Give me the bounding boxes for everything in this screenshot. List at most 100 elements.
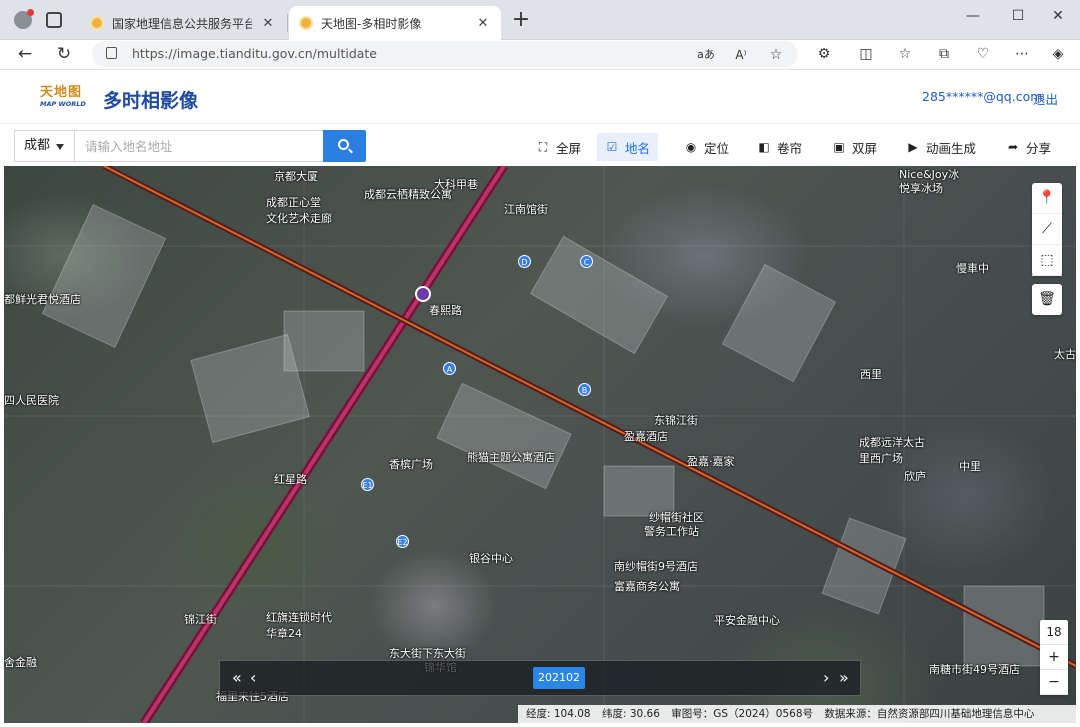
new-tab-button[interactable]: + (510, 8, 532, 34)
map-place-label[interactable]: 华章24 (266, 625, 302, 641)
close-tab-icon[interactable]: ✕ (260, 16, 276, 31)
measure-area-icon[interactable]: ⬚ (1032, 245, 1062, 276)
tab-separator (287, 14, 288, 32)
toolbar-swipe-button[interactable]: ◧ 卷帘 (749, 133, 810, 161)
map-place-label[interactable]: 南纱帽街9号酒店 (614, 558, 698, 574)
poi-marker-a[interactable]: A (443, 362, 456, 375)
copilot-icon[interactable]: ◈ (1047, 43, 1069, 65)
poi-marker-e2[interactable]: E2 (396, 535, 409, 548)
profile-avatar[interactable] (14, 9, 34, 29)
city-selector[interactable]: 成都 (14, 130, 74, 162)
data-source: 数据来源：自然资源部四川基础地理信息中心 (824, 708, 1035, 720)
toolbar-button-label: 双屏 (852, 140, 878, 156)
map-place-label[interactable]: 悦享冰场 (899, 180, 943, 196)
back-arrow-icon[interactable]: ← (14, 43, 36, 65)
map-place-label[interactable]: 中里 (959, 458, 981, 474)
read-aloud-icon[interactable]: A⁾ (730, 44, 752, 66)
map-place-label[interactable]: 盈嘉酒店 (624, 428, 668, 444)
review-number: 审图号：GS（2024）0568号 (671, 708, 813, 720)
map-place-label[interactable]: 大科甲巷 (434, 176, 478, 192)
extensions-icon[interactable]: ⚙ (813, 43, 835, 65)
map-place-label[interactable]: 警务工作站 (644, 523, 699, 539)
reload-icon[interactable]: ↻ (53, 43, 75, 65)
map-place-label[interactable]: 盈嘉·嘉家 (687, 453, 735, 469)
prev-date-button[interactable]: ‹ (250, 668, 256, 687)
map-place-label[interactable]: 西里 (860, 366, 882, 382)
zoom-control: 18 + − (1040, 620, 1068, 695)
user-account[interactable]: 285******@qq.com (922, 89, 1042, 104)
logout-link[interactable]: 退出 (1033, 89, 1058, 108)
timeline-bar: « ‹ 202102 › » (219, 660, 861, 696)
map-place-label[interactable]: 慢車中 (956, 260, 989, 276)
toolbar-dual-screen-button[interactable]: ▣ 双屏 (824, 133, 885, 161)
map-place-label[interactable]: 平安金融中心 (714, 612, 780, 628)
latitude: 纬度: 30.66 (601, 708, 660, 720)
minimize-button[interactable]: — (962, 8, 984, 28)
collections-icon[interactable]: ⧉ (933, 43, 955, 65)
poi-marker-c[interactable]: C (580, 255, 593, 268)
zoom-out-button[interactable]: − (1040, 670, 1068, 695)
map-place-label[interactable]: 京都大厦 (274, 168, 318, 184)
map-place-label[interactable]: 舍金融 (4, 654, 37, 670)
poi-marker-e1[interactable]: E1 (361, 478, 374, 491)
map-place-label[interactable]: 江南馆街 (504, 201, 548, 217)
map-place-label[interactable]: 红旗连锁时代 (266, 609, 332, 625)
map-place-label[interactable]: 成都远洋太古 (859, 434, 925, 450)
first-date-button[interactable]: « (232, 668, 242, 687)
address-bar[interactable]: https://image.tianditu.gov.cn/multidate … (92, 41, 798, 67)
map-place-label[interactable]: 银谷中心 (469, 550, 513, 566)
toolbar-share-button[interactable]: ➦ 分享 (998, 133, 1059, 161)
satellite-map[interactable]: 京都大厦 成都正心堂 文化艺术走廊 成都云栖精致公寓 大科甲巷 江南馆街 都鲜光君悦酒店 春熙… (4, 166, 1076, 723)
map-place-label[interactable]: 文化艺术走廊 (266, 210, 332, 226)
more-menu-icon[interactable]: ⋯ (1011, 43, 1033, 65)
map-place-label[interactable]: 四人民医院 (4, 392, 59, 408)
toolbar-checkbox-button[interactable]: ☑ 地名 (597, 133, 659, 161)
logo-cn: 天地图 (40, 85, 83, 100)
map-draw-tools: 📍 ⟋ ⬚ (1032, 183, 1062, 276)
map-place-label[interactable]: 都鲜光君悦酒店 (4, 291, 81, 307)
tab-multidate[interactable]: 天地图-多相时影像 ✕ (289, 6, 501, 40)
map-place-label[interactable]: 红星路 (274, 471, 307, 487)
map-place-label[interactable]: 东锦江街 (654, 412, 698, 428)
marker-icon[interactable]: 📍 (1032, 183, 1062, 214)
next-date-button[interactable]: › (823, 668, 829, 687)
map-place-label[interactable]: 南糖市街49号酒店 (929, 661, 1020, 677)
tianditu-logo[interactable]: 天地图 MAP WORLD (40, 81, 88, 111)
current-date-badge[interactable]: 202102 (533, 667, 585, 689)
close-tab-icon[interactable]: ✕ (475, 16, 491, 31)
poi-marker-b[interactable]: B (578, 383, 591, 396)
search-button[interactable] (323, 130, 366, 162)
map-place-label[interactable]: 里西广场 (859, 450, 903, 466)
zoom-in-button[interactable]: + (1040, 645, 1068, 670)
map-place-label[interactable]: 太古 (1054, 346, 1076, 362)
map-place-label[interactable]: 香槟广场 (389, 456, 433, 472)
favorite-star-icon[interactable]: ☆ (765, 44, 787, 66)
maximize-button[interactable]: ☐ (1007, 8, 1029, 28)
close-window-button[interactable]: ✕ (1047, 8, 1069, 28)
poi-marker-d[interactable]: D (518, 255, 531, 268)
checkbox-icon: ☑ (606, 140, 618, 154)
toolbar-locate-button[interactable]: ◉ 定位 (676, 133, 737, 161)
map-place-label[interactable]: 熊猫主题公寓酒店 (467, 449, 555, 465)
tab-actions-icon[interactable] (46, 12, 62, 28)
map-place-label[interactable]: 富嘉商务公寓 (614, 578, 680, 594)
toolbar-animation-button[interactable]: ▶ 动画生成 (898, 133, 984, 161)
lock-icon[interactable] (106, 47, 117, 59)
map-place-label[interactable]: 春熙路 (429, 302, 462, 318)
measure-line-icon[interactable]: ⟋ (1032, 214, 1062, 245)
search-icon (338, 139, 349, 150)
map-place-label[interactable]: 欣庐 (904, 468, 926, 484)
toolbar-fullscreen-button[interactable]: ⛶ 全屏 (528, 133, 589, 161)
search-input[interactable] (74, 130, 324, 162)
trash-icon[interactable]: 🗑 (1032, 284, 1062, 315)
translate-icon[interactable]: aあ (695, 44, 717, 66)
split-screen-icon[interactable]: ◫ (855, 43, 877, 65)
map-place-label[interactable]: 成都正心堂 (266, 194, 321, 210)
city-label: 成都 (24, 138, 51, 153)
favorites-icon[interactable]: ☆ (894, 43, 916, 65)
last-date-button[interactable]: » (839, 668, 849, 687)
tab-tianditu-home[interactable]: 国家地理信息公共服务平台 天地图 ✕ (80, 6, 286, 40)
browser-essentials-icon[interactable]: ♡ (972, 43, 994, 65)
map-place-label[interactable]: 锦江街 (184, 611, 217, 627)
notification-dot (27, 9, 34, 16)
